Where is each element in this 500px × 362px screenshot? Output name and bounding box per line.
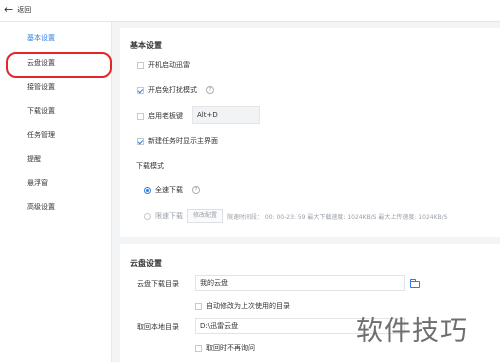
- sidebar-item-download[interactable]: 下载设置: [0, 102, 112, 120]
- sidebar-item-takeover[interactable]: 接管设置: [0, 78, 112, 96]
- full-speed-label: 全速下载: [155, 186, 183, 194]
- limited-speed-label: 限速下载: [155, 212, 183, 220]
- section-title-basic: 基本设置: [130, 41, 162, 50]
- dnd-option[interactable]: 开启免打扰模式 ?: [137, 85, 214, 95]
- back-button[interactable]: ← 返回: [4, 3, 31, 17]
- highlight-circle: [6, 52, 112, 78]
- sidebar-item-advanced[interactable]: 高级设置: [0, 198, 112, 216]
- bosskey-label: 启用老板键: [148, 112, 183, 120]
- limited-speed-option[interactable]: 限速下载 修改配置 限速时间段： 00: 00-23: 59 最大下载速度: 1…: [144, 209, 447, 223]
- bosskey-option[interactable]: 启用老板键: [137, 111, 183, 121]
- download-mode-title: 下载模式: [136, 162, 164, 170]
- autostart-label: 开机启动迅雷: [148, 61, 190, 69]
- show-main-checkbox[interactable]: [137, 137, 144, 145]
- help-icon[interactable]: ?: [206, 86, 214, 94]
- cloud-download-dir-input[interactable]: 我的云盘: [195, 275, 405, 291]
- sidebar-item-basic[interactable]: 基本设置: [0, 29, 112, 47]
- full-speed-option[interactable]: 全速下载 ?: [144, 185, 200, 195]
- show-main-label: 新建任务时显示主界面: [148, 137, 218, 145]
- no-ask-checkbox[interactable]: [195, 344, 202, 352]
- section-title-cloud: 云盘设置: [130, 259, 162, 268]
- sidebar-item-reminder[interactable]: 提醒: [0, 150, 112, 168]
- folder-icon[interactable]: [410, 279, 420, 288]
- auto-change-checkbox[interactable]: [195, 302, 202, 310]
- sidebar-item-floatwindow[interactable]: 悬浮窗: [0, 174, 112, 192]
- cloud-download-dir-label: 云盘下载目录: [137, 280, 179, 288]
- show-main-option[interactable]: 新建任务时显示主界面: [137, 136, 218, 146]
- dnd-checkbox[interactable]: [137, 86, 144, 94]
- modify-config-button[interactable]: 修改配置: [187, 209, 224, 223]
- help-icon[interactable]: ?: [192, 186, 200, 194]
- bosskey-checkbox[interactable]: [137, 112, 144, 120]
- autostart-checkbox[interactable]: [137, 61, 144, 69]
- arrow-left-icon: ←: [4, 3, 14, 16]
- full-speed-radio[interactable]: [144, 186, 151, 194]
- local-dir-label: 取回本地目录: [137, 323, 179, 331]
- auto-change-label: 自动修改为上次使用的目录: [206, 302, 290, 310]
- limited-speed-radio[interactable]: [144, 212, 151, 220]
- limit-info-text: 限速时间段： 00: 00-23: 59 最大下载速度: 1024KB/S 最大…: [227, 213, 448, 221]
- autostart-option[interactable]: 开机启动迅雷: [137, 60, 190, 70]
- basic-settings-panel: 基本设置 开机启动迅雷 开启免打扰模式 ? 启用老板键 Alt+D 新建任务时显…: [120, 28, 500, 237]
- no-ask-label: 取回时不再询问: [206, 344, 255, 352]
- sidebar-item-tasks[interactable]: 任务管理: [0, 126, 112, 144]
- dnd-label: 开启免打扰模式: [148, 86, 197, 94]
- top-bar: ← 返回: [0, 0, 500, 22]
- no-ask-option[interactable]: 取回时不再询问: [195, 343, 255, 353]
- back-label: 返回: [17, 6, 32, 14]
- watermark: 软件技巧: [356, 316, 468, 347]
- auto-change-option[interactable]: 自动修改为上次使用的目录: [195, 301, 290, 311]
- bosskey-input[interactable]: Alt+D: [192, 106, 260, 124]
